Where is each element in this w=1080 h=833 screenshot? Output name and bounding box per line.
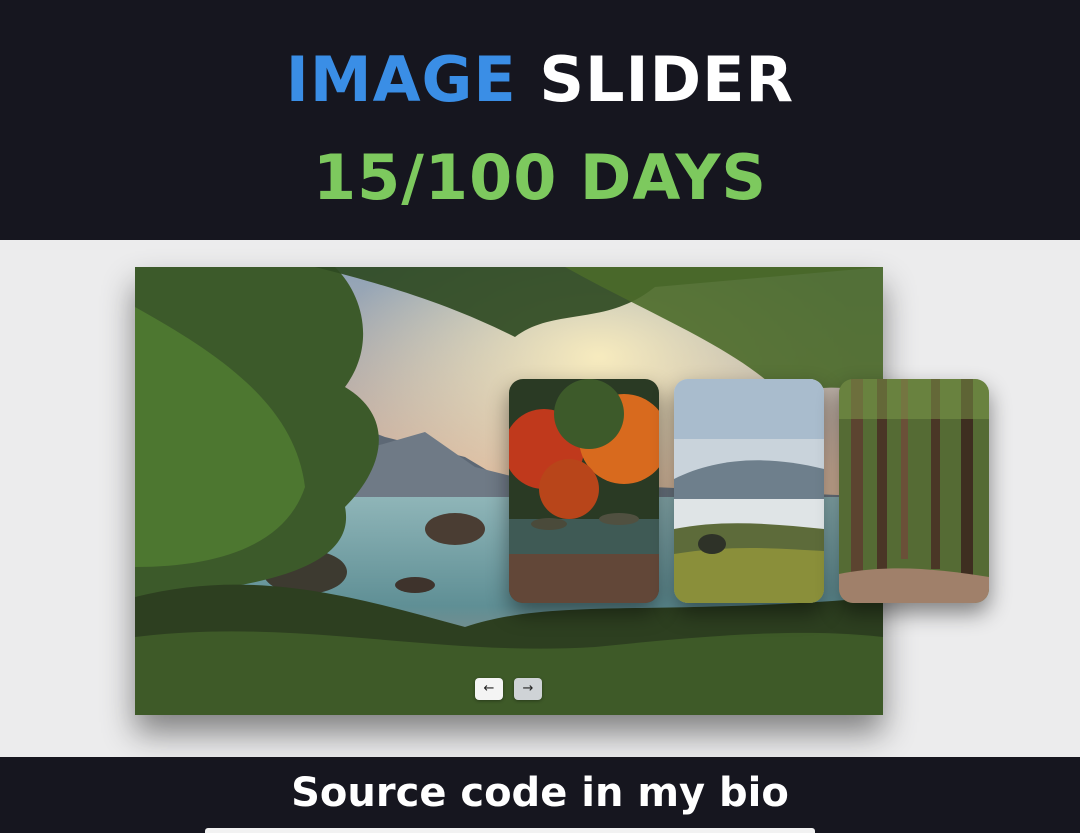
thumbnail-pine-forest-path[interactable] bbox=[839, 379, 989, 603]
prev-button[interactable]: ← bbox=[475, 678, 503, 700]
next-button[interactable]: → bbox=[514, 678, 542, 700]
page-title: IMAGE SLIDER bbox=[0, 40, 1080, 120]
title-accent: IMAGE bbox=[285, 43, 517, 116]
page-subtitle: 15/100 DAYS bbox=[313, 141, 767, 214]
footer-banner: Source code in my bio bbox=[0, 757, 1080, 833]
thumbnail-misty-meadow[interactable] bbox=[674, 379, 824, 603]
footer-text: Source code in my bio bbox=[291, 770, 789, 816]
footer-bar bbox=[205, 828, 815, 833]
header-banner: IMAGE SLIDER 15/100 DAYS bbox=[0, 0, 1080, 240]
thumbnail-autumn-river[interactable] bbox=[509, 379, 659, 603]
arrow-right-icon: → bbox=[522, 681, 534, 696]
arrow-left-icon: ← bbox=[483, 681, 495, 696]
title-rest: SLIDER bbox=[539, 43, 795, 116]
